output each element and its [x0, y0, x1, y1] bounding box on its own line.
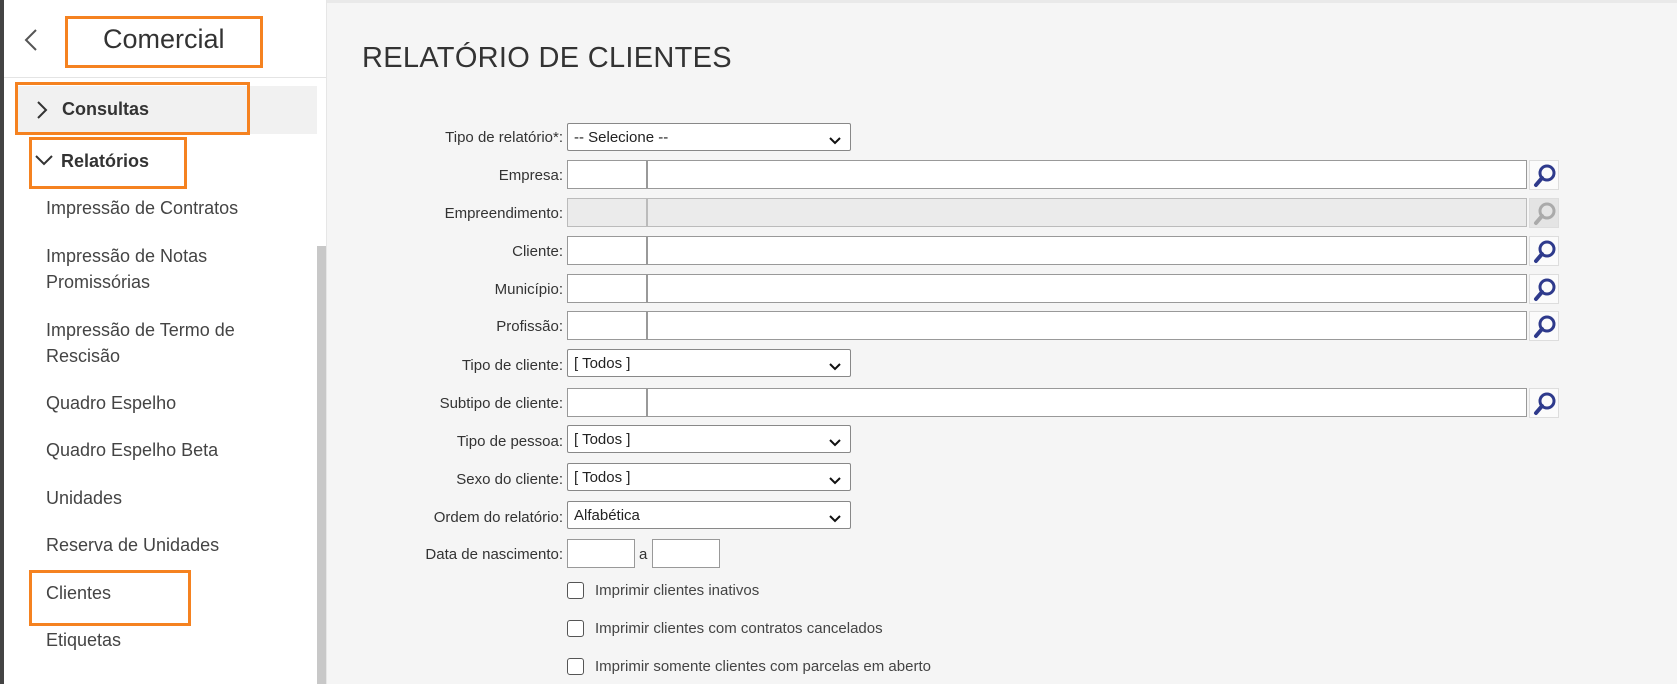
label-empreendimento: Empreendimento: — [444, 205, 563, 222]
date-separator: a — [639, 546, 648, 563]
cliente-code-input[interactable] — [567, 236, 647, 265]
search-icon[interactable] — [1529, 311, 1559, 341]
chevron-down-icon — [828, 511, 842, 523]
empresa-name-input[interactable] — [647, 160, 1527, 189]
checkbox-contratos-cancelados[interactable] — [567, 620, 584, 637]
chevron-down-icon — [828, 359, 842, 371]
label-ordem-relatorio: Ordem do relatório: — [433, 509, 563, 526]
empreendimento-code-input — [567, 198, 647, 227]
label-tipo-cliente: Tipo de cliente: — [461, 357, 563, 374]
checkbox-clientes-inativos-label: Imprimir clientes inativos — [595, 582, 760, 599]
label-cliente: Cliente: — [512, 243, 563, 260]
label-municipio: Município: — [494, 281, 563, 298]
sidebar-edge — [0, 0, 4, 684]
sidebar-item-etiquetas[interactable]: Etiquetas — [46, 627, 306, 653]
select-tipo-relatorio[interactable]: -- Selecione -- — [567, 123, 851, 151]
checkbox-clientes-inativos[interactable] — [567, 582, 584, 599]
top-divider — [327, 0, 1677, 3]
checkbox-parcelas-aberto[interactable] — [567, 658, 584, 675]
subtipo-code-input[interactable] — [567, 388, 647, 417]
select-ordem-relatorio-value: Alfabética — [574, 507, 640, 524]
select-sexo-cliente[interactable]: [ Todos ] — [567, 463, 851, 491]
sidebar-item-unidades[interactable]: Unidades — [46, 485, 306, 511]
select-tipo-pessoa[interactable]: [ Todos ] — [567, 425, 851, 453]
data-nascimento-ate-input[interactable] — [652, 539, 720, 568]
label-empresa: Empresa: — [498, 167, 563, 184]
municipio-name-input[interactable] — [647, 274, 1527, 303]
empresa-code-input[interactable] — [567, 160, 647, 189]
chevron-down-icon — [828, 133, 842, 145]
municipio-code-input[interactable] — [567, 274, 647, 303]
checkbox-parcelas-aberto-label: Imprimir somente clientes com parcelas e… — [595, 658, 931, 675]
label-tipo-relatorio: Tipo de relatório*: — [445, 129, 563, 146]
select-tipo-cliente-value: [ Todos ] — [574, 355, 631, 372]
select-sexo-cliente-value: [ Todos ] — [574, 469, 631, 486]
select-tipo-cliente[interactable]: [ Todos ] — [567, 349, 851, 377]
profissao-code-input[interactable] — [567, 311, 647, 340]
chevron-down-icon — [828, 473, 842, 485]
select-tipo-relatorio-value: -- Selecione -- — [574, 129, 669, 146]
label-data-nascimento: Data de nascimento: — [425, 546, 563, 563]
highlight-relatorios — [29, 137, 187, 189]
chevron-down-icon — [828, 435, 842, 447]
label-tipo-pessoa: Tipo de pessoa: — [456, 433, 563, 450]
sidebar-scrollbar[interactable] — [317, 246, 326, 684]
search-icon — [1529, 198, 1559, 228]
search-icon[interactable] — [1529, 274, 1559, 304]
profissao-name-input[interactable] — [647, 311, 1527, 340]
chevron-left-icon[interactable] — [20, 26, 44, 54]
subtipo-name-input[interactable] — [647, 388, 1527, 417]
search-icon[interactable] — [1529, 236, 1559, 266]
label-profissao: Profissão: — [496, 318, 563, 335]
checkbox-contratos-cancelados-label: Imprimir clientes com contratos cancelad… — [595, 620, 883, 637]
highlight-clientes — [29, 570, 191, 626]
data-nascimento-de-input[interactable] — [567, 539, 635, 568]
cliente-name-input[interactable] — [647, 236, 1527, 265]
select-tipo-pessoa-value: [ Todos ] — [574, 431, 631, 448]
highlight-comercial — [65, 16, 263, 68]
label-sexo-cliente: Sexo do cliente: — [456, 471, 563, 488]
empreendimento-name-input — [647, 198, 1527, 227]
page-title: RELATÓRIO DE CLIENTES — [362, 42, 732, 74]
label-subtipo-cliente: Subtipo de cliente: — [439, 395, 563, 412]
highlight-consultas — [15, 82, 250, 135]
select-ordem-relatorio[interactable]: Alfabética — [567, 501, 851, 529]
search-icon[interactable] — [1529, 160, 1559, 190]
search-icon[interactable] — [1529, 388, 1559, 418]
